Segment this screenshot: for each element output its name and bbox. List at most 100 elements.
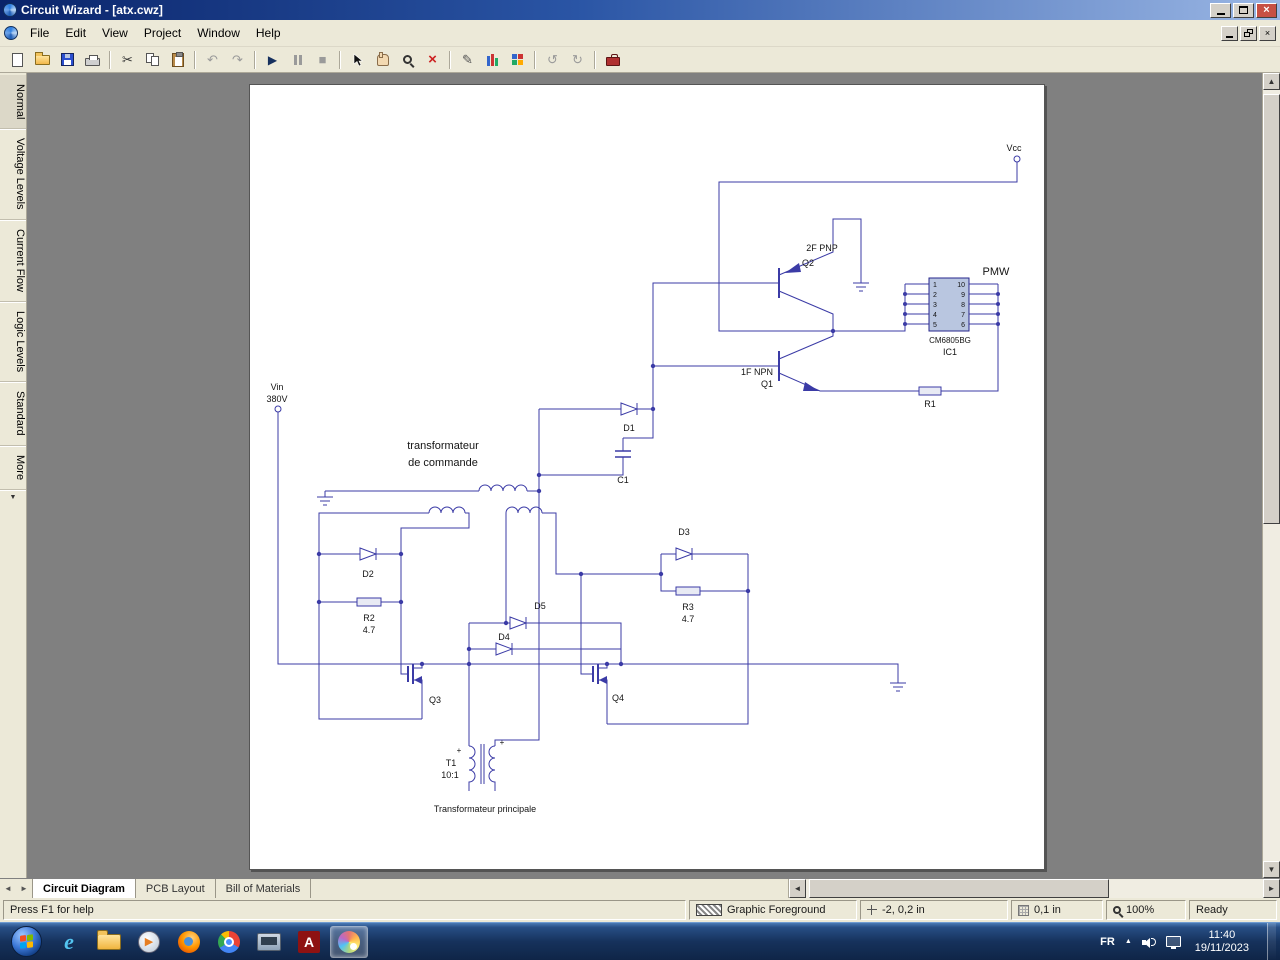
sidebar-tab-standard[interactable]: Standard (0, 382, 26, 446)
maximize-button[interactable] (1233, 2, 1254, 18)
media-player-icon: ▶ (138, 930, 160, 953)
taskbar-icon-media-player[interactable]: ▶ (130, 926, 168, 958)
more-chevron-icon[interactable]: ▼ (10, 494, 17, 501)
status-state: Ready (1189, 900, 1277, 920)
new-button[interactable] (6, 49, 29, 71)
close-button[interactable]: × (1256, 2, 1277, 18)
horizontal-scrollbar[interactable]: ◄ ► (788, 879, 1280, 898)
mdi-restore-button[interactable] (1240, 25, 1257, 41)
schematic-page[interactable]: Vcc PMW 2F PNP Q2 1F NPN Q1 CM6805BG IC1… (249, 84, 1045, 870)
sidebar-tab-current-flow[interactable]: Current Flow (0, 220, 26, 302)
tab-scroll-left-button[interactable]: ◄ (0, 879, 16, 898)
zoom-tool-button[interactable] (396, 49, 419, 71)
minimize-button[interactable] (1210, 2, 1231, 18)
probe-tool-button[interactable]: ✎ (456, 49, 479, 71)
sheet-tab-bar: ◄ ► Circuit Diagram PCB Layout Bill of M… (0, 878, 1280, 898)
palette-icon (338, 930, 360, 953)
start-button[interactable] (11, 926, 42, 957)
show-desktop-button[interactable] (1267, 922, 1276, 960)
sidebar-tab-voltage-levels[interactable]: Voltage Levels (0, 129, 26, 221)
pause-button[interactable] (286, 49, 309, 71)
tab-circuit-diagram[interactable]: Circuit Diagram (32, 879, 136, 898)
grid-icon (1018, 904, 1029, 916)
clock-time: 11:40 (1208, 928, 1236, 941)
taskbar-icon-chrome[interactable] (210, 926, 248, 958)
toolbar-separator (254, 50, 256, 69)
stop-button[interactable]: ■ (311, 49, 334, 71)
vertical-scrollbar[interactable]: ▲ ▼ (1262, 73, 1280, 878)
undo-icon: ↶ (207, 52, 218, 67)
sidebar-tab-more[interactable]: More (0, 446, 26, 490)
mdi-close-button[interactable]: × (1259, 25, 1276, 41)
tab-scroll-right-button[interactable]: ► (16, 879, 32, 898)
sidebar-tab-logic-levels[interactable]: Logic Levels (0, 302, 26, 383)
label-q2: Q2 (802, 258, 814, 268)
resistor-symbols (356, 386, 942, 607)
delete-icon: × (428, 51, 437, 68)
menu-edit[interactable]: Edit (57, 22, 94, 44)
vertical-scroll-track[interactable] (1263, 90, 1280, 861)
undo-button[interactable]: ↶ (201, 49, 224, 71)
menu-help[interactable]: Help (248, 22, 289, 44)
tab-bill-of-materials[interactable]: Bill of Materials (216, 879, 312, 898)
toolbox-button[interactable] (601, 49, 624, 71)
scroll-right-button[interactable]: ► (1263, 879, 1280, 898)
display-icon[interactable] (1165, 936, 1181, 949)
taskbar-icon-circuit-wizard[interactable] (330, 925, 368, 958)
schematic-svg: Vcc PMW 2F PNP Q2 1F NPN Q1 CM6805BG IC1… (266, 143, 1022, 814)
delete-tool-button[interactable]: × (421, 49, 444, 71)
horizontal-scroll-track[interactable] (806, 879, 1263, 898)
tab-pcb-layout[interactable]: PCB Layout (136, 879, 216, 898)
mdi-minimize-button[interactable] (1221, 25, 1238, 41)
taskbar-icon-file-explorer[interactable] (90, 926, 128, 958)
cut-button[interactable]: ✂ (116, 49, 139, 71)
redo-button[interactable]: ↷ (226, 49, 249, 71)
firefox-icon (178, 930, 200, 953)
save-button[interactable] (56, 49, 79, 71)
scroll-down-button[interactable]: ▼ (1263, 861, 1280, 878)
copy-button[interactable] (141, 49, 164, 71)
scroll-left-button[interactable]: ◄ (789, 879, 806, 898)
label-r1: R1 (924, 399, 936, 409)
rotate-right-button[interactable]: ↻ (566, 49, 589, 71)
run-button[interactable]: ▶ (261, 49, 284, 71)
taskbar-icon-firefox[interactable] (170, 926, 208, 958)
folder-icon (97, 929, 121, 950)
hidden-icons-caret[interactable]: ▲ (1125, 938, 1132, 945)
svg-text:10: 10 (957, 282, 965, 289)
language-indicator[interactable]: FR (1100, 936, 1115, 948)
sidebar-tab-normal[interactable]: Normal (0, 75, 26, 130)
pointer-tool-button[interactable] (346, 49, 369, 71)
menu-window[interactable]: Window (189, 22, 248, 44)
titlebar: Circuit Wizard - [atx.cwz] × (0, 0, 1280, 20)
status-grid[interactable]: 0,1 in (1011, 900, 1103, 920)
redo-icon: ↷ (232, 52, 243, 67)
circuit-wizard-window: Circuit Wizard - [atx.cwz] × File Edit V… (0, 0, 1280, 960)
rotate-left-button[interactable]: ↺ (541, 49, 564, 71)
vertical-scroll-thumb[interactable] (1263, 94, 1280, 524)
rotate-right-icon: ↻ (572, 52, 583, 67)
paste-button[interactable] (166, 49, 189, 71)
horizontal-scroll-thumb[interactable] (809, 879, 1109, 898)
graph-tool-button[interactable] (481, 49, 504, 71)
label-vin: Vin (271, 382, 284, 392)
status-layer[interactable]: Graphic Foreground (689, 900, 857, 920)
menu-view[interactable]: View (94, 22, 136, 44)
label-d2: D2 (362, 569, 374, 579)
label-ic-ref: IC1 (943, 347, 957, 357)
print-button[interactable] (81, 49, 104, 71)
open-button[interactable] (31, 49, 54, 71)
volume-icon[interactable] (1141, 936, 1156, 948)
status-zoom[interactable]: 100% (1106, 900, 1186, 920)
taskbar-icon-internet-explorer[interactable]: e (50, 926, 88, 958)
pan-tool-button[interactable] (371, 49, 394, 71)
toolbox-icon (605, 53, 620, 66)
taskbar-icon-adobe-reader[interactable]: A (290, 926, 328, 958)
taskbar-clock[interactable]: 11:40 19/11/2023 (1195, 929, 1249, 955)
menu-project[interactable]: Project (136, 22, 189, 44)
analyzer-tool-button[interactable] (506, 49, 529, 71)
taskbar-icon-system-app[interactable] (250, 926, 288, 958)
scroll-up-button[interactable]: ▲ (1263, 73, 1280, 90)
menu-file[interactable]: File (22, 22, 57, 44)
status-help: Press F1 for help (3, 900, 686, 920)
